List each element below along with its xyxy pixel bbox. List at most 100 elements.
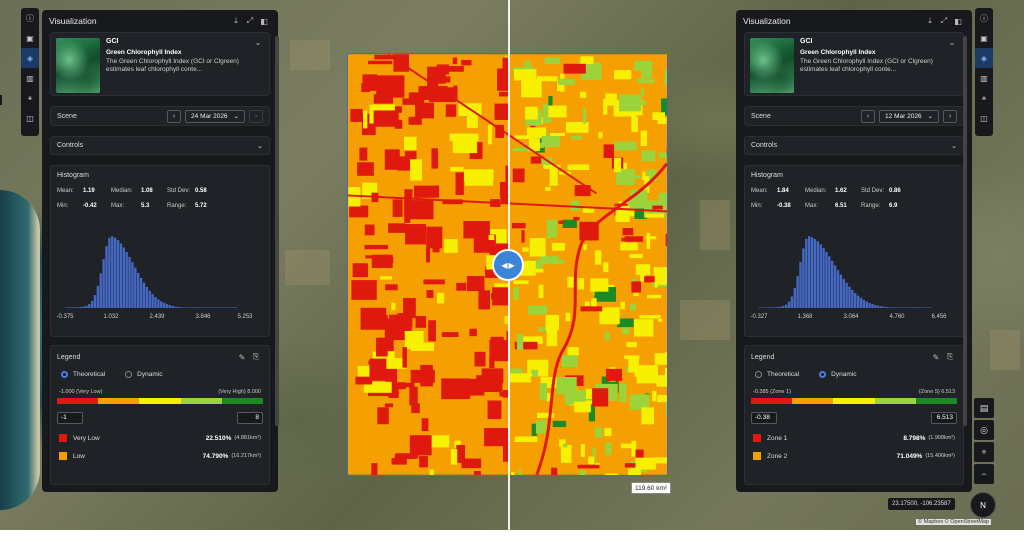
collapse-panel-icon[interactable]: ◧ bbox=[951, 14, 965, 28]
histogram-bar bbox=[82, 306, 85, 308]
zone-name: Low bbox=[73, 452, 85, 460]
raster-patch bbox=[402, 347, 407, 368]
next-scene-button[interactable]: › bbox=[249, 109, 263, 123]
max-input[interactable]: 6.513 bbox=[931, 412, 957, 424]
radio-theoretical[interactable]: Theoretical bbox=[61, 371, 105, 378]
histogram-bar bbox=[90, 300, 94, 308]
download-icon[interactable]: ⤓ bbox=[229, 14, 243, 28]
histogram-bar bbox=[894, 307, 897, 308]
split-view-icon[interactable]: ◫ bbox=[21, 108, 39, 128]
raster-patch bbox=[645, 236, 657, 240]
index-card[interactable]: GCI Green Chlorophyll Index The Green Ch… bbox=[744, 32, 964, 96]
raster-patch bbox=[410, 369, 435, 383]
histogram-bar bbox=[125, 252, 128, 308]
controls-section[interactable]: Controls ⌄ bbox=[744, 136, 964, 155]
compare-handle[interactable]: ◀ ▶ bbox=[492, 249, 524, 281]
raster-patch bbox=[513, 280, 529, 285]
stat-label: Mean: bbox=[751, 188, 768, 194]
map-attribution[interactable]: © Mapbox © OpenStreetMap bbox=[916, 519, 992, 525]
radio-dynamic[interactable]: Dynamic bbox=[819, 371, 856, 378]
export-icon[interactable]: ⎘ bbox=[249, 352, 263, 362]
raster-patch bbox=[560, 444, 572, 463]
prev-scene-button[interactable]: ‹ bbox=[167, 109, 182, 123]
index-card[interactable]: GCI Green Chlorophyll Index The Green Ch… bbox=[50, 32, 270, 96]
radio-dynamic[interactable]: Dynamic bbox=[125, 371, 162, 378]
histogram-bar bbox=[790, 296, 794, 308]
map-field bbox=[285, 250, 330, 285]
expand-icon[interactable]: ⤢ bbox=[937, 14, 951, 28]
edit-icon[interactable]: ✎ bbox=[929, 353, 943, 362]
zoom-out-button[interactable]: − bbox=[974, 464, 994, 484]
raster-patch bbox=[425, 247, 431, 263]
stat-label: Range: bbox=[167, 203, 187, 209]
histogram-bar bbox=[787, 301, 791, 308]
info-icon[interactable]: ⓘ bbox=[21, 8, 39, 28]
scene-date-select[interactable]: 24 Mar 2026 ⌄ bbox=[185, 109, 245, 123]
raster-patch bbox=[426, 226, 443, 249]
raster-patch bbox=[512, 168, 525, 183]
histogram-bar bbox=[759, 307, 762, 308]
image-icon[interactable]: ▣ bbox=[21, 28, 39, 48]
raster-patch bbox=[409, 386, 418, 406]
locate-icon[interactable]: ◎ bbox=[974, 420, 994, 440]
raster-patch bbox=[391, 302, 396, 311]
raster-patch bbox=[624, 355, 640, 360]
min-input[interactable]: -1 bbox=[57, 412, 83, 424]
raster-patch bbox=[463, 221, 490, 239]
raster-patch bbox=[583, 244, 587, 251]
layers-icon[interactable]: ◈ bbox=[21, 48, 39, 68]
min-input[interactable]: -0.38 bbox=[751, 412, 777, 424]
zoom-in-button[interactable]: + bbox=[974, 442, 994, 462]
raster-patch bbox=[614, 141, 637, 151]
info-icon[interactable]: ⓘ bbox=[975, 8, 993, 28]
histogram-bar bbox=[848, 286, 851, 308]
chart-icon[interactable]: ▥ bbox=[975, 68, 993, 88]
raster-patch bbox=[641, 88, 645, 97]
download-icon[interactable]: ⤓ bbox=[923, 14, 937, 28]
scrollbar[interactable] bbox=[275, 36, 279, 426]
radio-theoretical[interactable]: Theoretical bbox=[755, 371, 799, 378]
split-view-icon[interactable]: ◫ bbox=[975, 108, 993, 128]
scrollbar[interactable] bbox=[963, 36, 967, 426]
controls-section[interactable]: Controls ⌄ bbox=[50, 136, 270, 155]
collapse-panel-icon[interactable]: ◧ bbox=[257, 14, 271, 28]
scene-date-select[interactable]: 12 Mar 2026 ⌄ bbox=[879, 109, 939, 123]
export-icon[interactable]: ⎘ bbox=[943, 352, 957, 362]
stat-label: Std Dev: bbox=[861, 188, 885, 194]
raster-patch bbox=[657, 394, 667, 403]
share-icon[interactable]: ⚹ bbox=[21, 88, 39, 108]
compass-icon[interactable]: N bbox=[970, 492, 996, 518]
color-ramp[interactable] bbox=[751, 398, 958, 404]
stat-label: Min: bbox=[57, 203, 69, 209]
chart-icon[interactable]: ▥ bbox=[21, 68, 39, 88]
raster-patch bbox=[474, 351, 486, 367]
edit-icon[interactable]: ✎ bbox=[235, 353, 249, 362]
chevron-down-icon[interactable]: ⌄ bbox=[946, 38, 958, 90]
histogram-bar bbox=[764, 307, 768, 308]
map-style-icon[interactable]: ▤ bbox=[974, 398, 994, 418]
raster-patch bbox=[580, 56, 594, 65]
map-field bbox=[290, 40, 330, 70]
layers-icon[interactable]: ◈ bbox=[975, 48, 993, 68]
image-icon[interactable]: ▣ bbox=[975, 28, 993, 48]
histogram-bar bbox=[145, 286, 149, 308]
raster-patch bbox=[415, 315, 427, 328]
histogram-bar bbox=[168, 305, 172, 308]
next-scene-button[interactable]: › bbox=[943, 109, 957, 123]
chevron-down-icon[interactable]: ⌄ bbox=[252, 38, 264, 90]
stat-range: 5.72 bbox=[195, 203, 207, 209]
raster-patch bbox=[511, 472, 515, 475]
raster-patch bbox=[588, 456, 595, 465]
histogram-bar bbox=[70, 307, 74, 308]
expand-icon[interactable]: ⤢ bbox=[243, 14, 257, 28]
max-input[interactable]: 8 bbox=[237, 412, 263, 424]
prev-scene-button[interactable]: ‹ bbox=[861, 109, 876, 123]
raster-patch bbox=[580, 91, 587, 99]
histogram-card: Histogram Mean: 1.84 Median: 1.62 Std Dev:… bbox=[744, 165, 964, 337]
color-ramp[interactable] bbox=[57, 398, 264, 404]
raster-patch bbox=[370, 370, 384, 374]
share-icon[interactable]: ⚹ bbox=[975, 88, 993, 108]
raster-patch bbox=[391, 458, 407, 465]
legend-card: Legend ✎ ⎘ Theoretical Dynamic -1.000 (V… bbox=[50, 345, 270, 485]
raster-patch bbox=[450, 449, 458, 465]
